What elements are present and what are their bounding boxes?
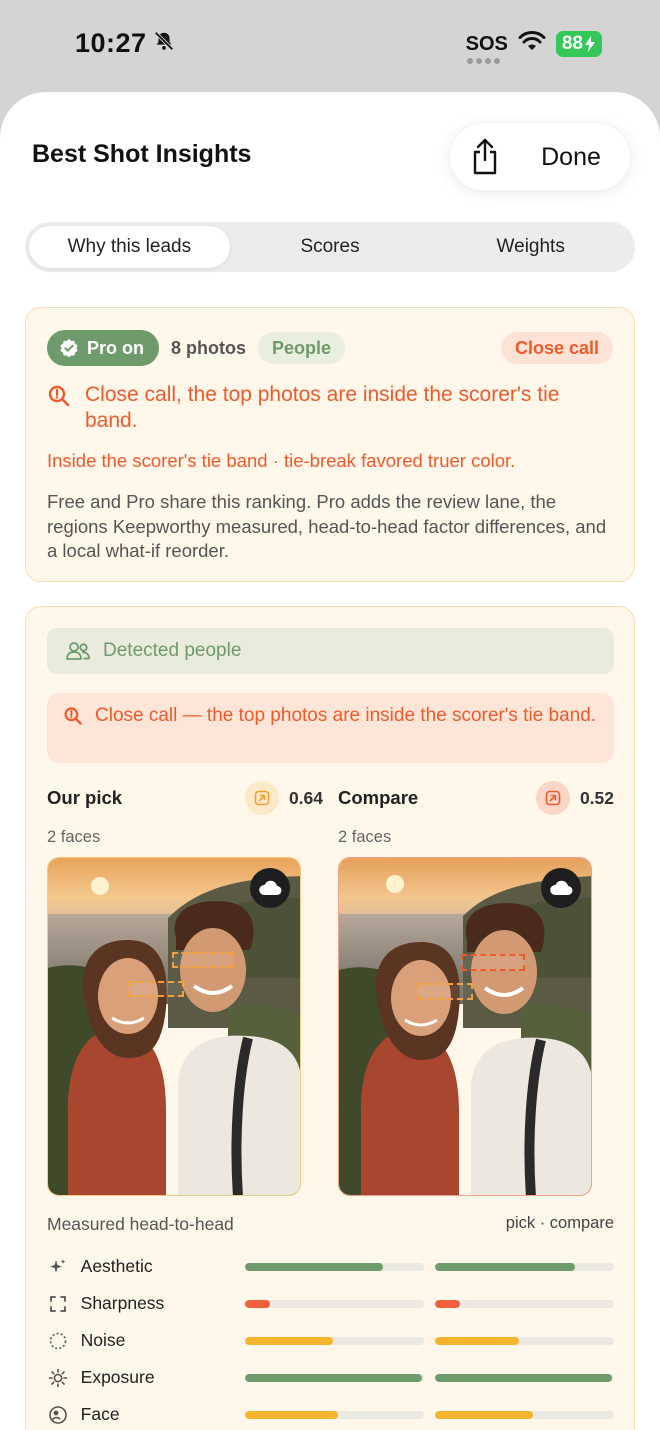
battery-indicator: 88: [555, 30, 602, 57]
face-region-box: [461, 954, 525, 971]
measured-legend: pick · compare: [505, 1214, 614, 1232]
compare-bar-fill: [435, 1336, 520, 1345]
pick-photo[interactable]: [47, 857, 301, 1196]
people-icon: [66, 642, 90, 660]
score-arrow-icon[interactable]: [244, 781, 279, 815]
factor-label: Exposure: [80, 1367, 155, 1387]
tab-why-this-leads[interactable]: Why this leads: [29, 226, 230, 268]
pick-bar-fill: [245, 1299, 271, 1308]
pick-bar: [245, 1262, 425, 1271]
wifi-icon: [518, 30, 546, 57]
pick-bar-fill: [245, 1262, 383, 1271]
pick-score: 0.64: [288, 787, 323, 808]
compare-bar: [435, 1299, 614, 1308]
compare-bar: [435, 1410, 614, 1419]
tab-weights[interactable]: Weights: [430, 226, 631, 268]
sun-icon: [47, 1367, 69, 1389]
photo-count: 8 photos: [171, 337, 246, 358]
cloud-icon: [550, 880, 573, 895]
factor-label: Sharpness: [80, 1293, 165, 1313]
compare-face-count: 2 faces: [338, 828, 392, 846]
sparkle-icon: [47, 1256, 69, 1278]
pick-bar-fill: [245, 1336, 333, 1345]
summary-body: Free and Pro share this ranking. Pro add…: [47, 491, 607, 561]
factor-row-noise: Noise: [47, 1322, 614, 1359]
measured-title: Measured head-to-head: [47, 1214, 234, 1234]
compare-bar: [435, 1373, 614, 1382]
compare-photo[interactable]: [338, 857, 592, 1196]
close-call-warning: Close call — the top photos are inside t…: [47, 693, 614, 763]
factor-row-sharpness: Sharpness: [47, 1285, 614, 1322]
sheet-title: Best Shot Insights: [32, 140, 252, 168]
factor-label: Aesthetic: [80, 1256, 153, 1276]
summary-chips: Pro on 8 photos People Close call: [47, 330, 613, 366]
insights-sheet: Best Shot Insights Done Why this leads S…: [0, 92, 660, 1430]
measured-header: Measured head-to-head pick · compare: [47, 1214, 614, 1235]
icloud-badge[interactable]: [541, 868, 581, 908]
compare-bar-fill: [435, 1410, 534, 1419]
icloud-badge[interactable]: [250, 868, 290, 908]
carrier-label: SOS: [466, 34, 508, 64]
pick-column: Our pick 0.64 2 faces: [47, 781, 323, 1196]
compare-bar-fill: [435, 1262, 575, 1271]
compare-bar-fill: [435, 1299, 461, 1308]
cloud-icon: [259, 880, 282, 895]
pick-bar: [245, 1299, 425, 1308]
face-region-box: [172, 952, 234, 968]
summary-subline: Inside the scorer's tie band · tie-break…: [47, 450, 516, 471]
pick-bar: [245, 1373, 425, 1382]
compare-title: Compare: [338, 787, 419, 808]
face-region-box: [417, 983, 473, 1000]
status-bar: 10:27 SOS 88: [0, 0, 660, 90]
summary-card: Pro on 8 photos People Close call Close …: [25, 307, 635, 582]
summary-headline: Close call, the top photos are inside th…: [47, 382, 607, 434]
category-badge: People: [258, 332, 346, 364]
focus-frame-icon: [47, 1293, 69, 1315]
factor-row-face: Face: [47, 1396, 614, 1430]
bell-slash-icon: [153, 28, 175, 59]
pick-face-count: 2 faces: [47, 828, 101, 846]
pick-bar: [245, 1410, 425, 1419]
magnifier-alert-icon: [64, 707, 82, 725]
tab-scores[interactable]: Scores: [230, 226, 431, 268]
face-region-box: [128, 981, 184, 997]
score-arrow-icon[interactable]: [535, 781, 570, 815]
factor-label: Face: [80, 1404, 120, 1424]
compare-score: 0.52: [579, 787, 614, 808]
pick-title: Our pick: [47, 787, 123, 808]
factor-label: Noise: [80, 1330, 126, 1350]
pick-bar-fill: [245, 1373, 423, 1382]
selfie-photo: [339, 858, 591, 1195]
pro-badge[interactable]: Pro on: [47, 330, 159, 366]
pick-bar: [245, 1336, 425, 1345]
face-icon: [47, 1404, 69, 1426]
compare-bar: [435, 1262, 614, 1271]
detail-card: Detected people Close call — the top pho…: [25, 606, 635, 1430]
charging-bolt-icon: [585, 35, 595, 52]
detected-people-banner[interactable]: Detected people: [47, 628, 614, 674]
done-button[interactable]: Done: [520, 143, 630, 172]
status-time: 10:27: [75, 28, 175, 59]
sheet-actions: Done: [450, 124, 630, 190]
status-indicators: SOS 88: [466, 30, 602, 64]
factor-row-exposure: Exposure: [47, 1359, 614, 1396]
share-icon: [473, 138, 497, 175]
pick-bar-fill: [245, 1410, 339, 1419]
verified-check-icon: [60, 339, 78, 358]
signal-dots: [466, 57, 500, 64]
status-badge: Close call: [500, 332, 613, 364]
factor-row-aesthetic: Aesthetic: [47, 1248, 614, 1285]
compare-bar: [435, 1336, 614, 1345]
compare-column: Compare 0.52 2 faces: [338, 781, 614, 1196]
dotted-circle-icon: [47, 1330, 69, 1352]
selfie-photo: [48, 858, 300, 1195]
factor-list: Aesthetic Sharpness Noise Exposure Face: [47, 1248, 614, 1430]
compare-bar-fill: [435, 1373, 613, 1382]
share-button[interactable]: [450, 124, 520, 190]
tab-bar: Why this leads Scores Weights: [25, 222, 635, 272]
magnifier-alert-icon: [48, 385, 70, 407]
